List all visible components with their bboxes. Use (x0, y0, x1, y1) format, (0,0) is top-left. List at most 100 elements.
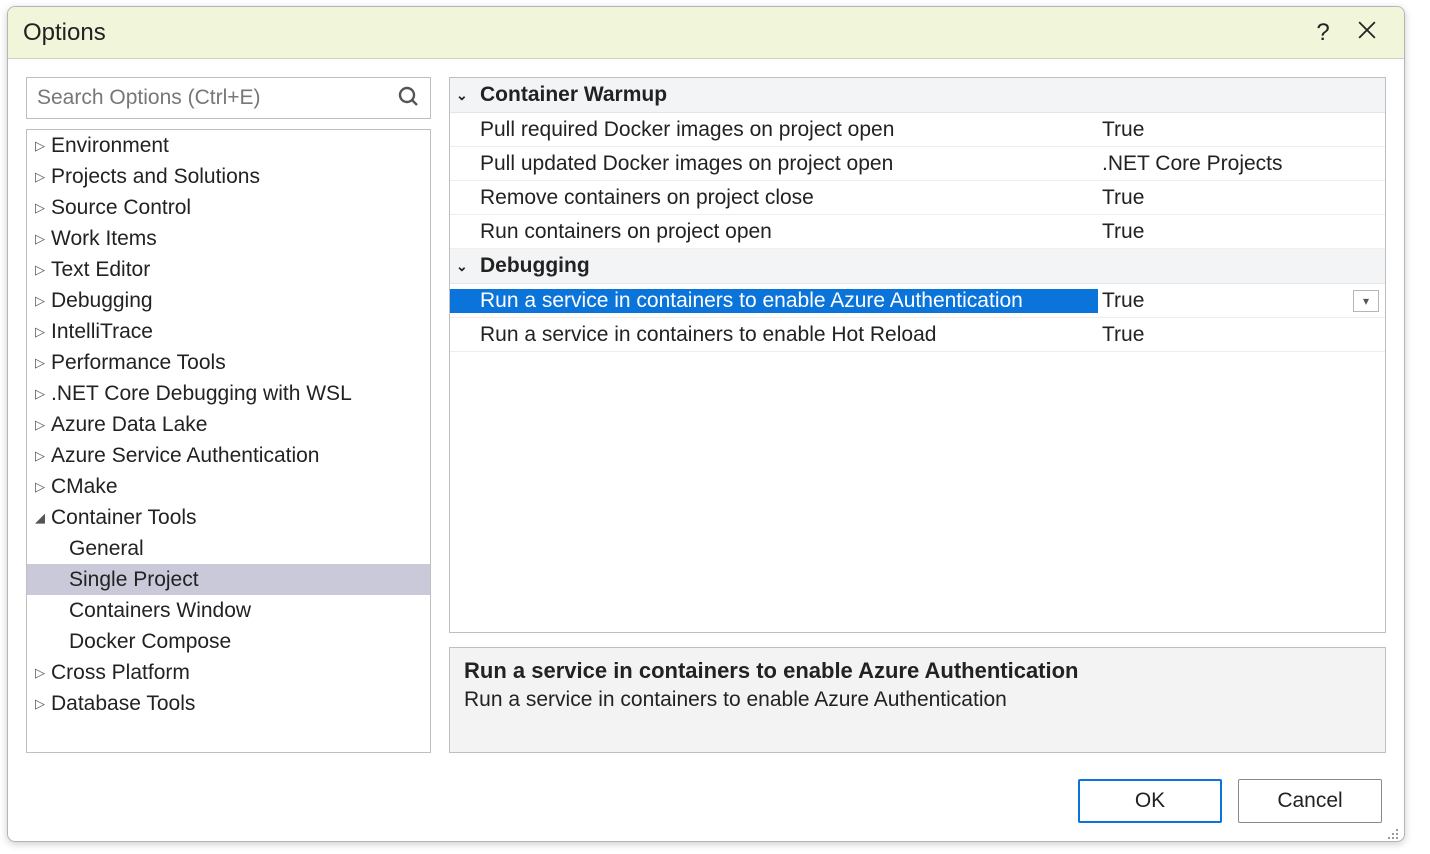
tree-item[interactable]: ▷Cross Platform (27, 657, 430, 688)
left-column: ▷Environment▷Projects and Solutions▷Sour… (26, 77, 431, 753)
property-label: Pull updated Docker images on project op… (450, 152, 1098, 176)
tree-item-label: Work Items (51, 227, 157, 251)
cancel-button[interactable]: Cancel (1238, 779, 1382, 823)
tree-item-label: Cross Platform (51, 661, 190, 685)
property-label: Run a service in containers to enable Ho… (450, 323, 1098, 347)
description-box: Run a service in containers to enable Az… (449, 647, 1386, 753)
tree-item[interactable]: ▷CMake (27, 471, 430, 502)
resize-grip-icon[interactable] (1386, 823, 1400, 837)
options-dialog: Options ? ▷Environment▷Projects and Solu… (7, 6, 1405, 842)
tree-item[interactable]: Single Project (27, 564, 430, 595)
property-row[interactable]: Run containers on project openTrue (450, 215, 1385, 249)
tree-item-label: Docker Compose (69, 630, 231, 654)
tree-item[interactable]: General (27, 533, 430, 564)
tree-scroll[interactable]: ▷Environment▷Projects and Solutions▷Sour… (27, 130, 430, 752)
tree-item[interactable]: ▷Azure Service Authentication (27, 440, 430, 471)
property-label: Run a service in containers to enable Az… (450, 289, 1098, 313)
tree-item[interactable]: ▷Work Items (27, 223, 430, 254)
tree-item[interactable]: ▷Azure Data Lake (27, 409, 430, 440)
chevron-right-icon: ▷ (33, 324, 47, 340)
tree-item[interactable]: ▷Performance Tools (27, 347, 430, 378)
tree-item-label: Single Project (69, 568, 199, 592)
tree-item[interactable]: ▷Projects and Solutions (27, 161, 430, 192)
chevron-right-icon: ▷ (33, 262, 47, 278)
property-value-text: True (1102, 323, 1144, 347)
chevron-right-icon: ▷ (33, 169, 47, 185)
tree-item[interactable]: Docker Compose (27, 626, 430, 657)
chevron-right-icon: ▷ (33, 355, 47, 371)
chevron-right-icon: ▷ (33, 386, 47, 402)
help-button[interactable]: ? (1301, 13, 1345, 53)
property-row[interactable]: Remove containers on project closeTrue (450, 181, 1385, 215)
chevron-right-icon: ▷ (33, 417, 47, 433)
tree-item[interactable]: ▷Source Control (27, 192, 430, 223)
property-value[interactable]: True (1098, 220, 1385, 244)
tree-item[interactable]: ▷Debugging (27, 285, 430, 316)
search-icon (397, 85, 421, 109)
property-category[interactable]: ⌄Debugging (450, 249, 1385, 284)
property-value[interactable]: True (1098, 118, 1385, 142)
tree-item-label: General (69, 537, 144, 561)
tree-item[interactable]: ▷IntelliTrace (27, 316, 430, 347)
tree-item-label: Source Control (51, 196, 191, 220)
tree-item-label: Environment (51, 134, 169, 158)
close-button[interactable] (1345, 13, 1389, 53)
tree-item-label: .NET Core Debugging with WSL (51, 382, 352, 406)
property-grid: ⌄ Container Warmup Pull required Docker im… (449, 77, 1386, 633)
tree-item[interactable]: ▷.NET Core Debugging with WSL (27, 378, 430, 409)
help-icon: ? (1316, 19, 1329, 47)
options-tree: ▷Environment▷Projects and Solutions▷Sour… (26, 129, 431, 753)
tree-item-label: Projects and Solutions (51, 165, 260, 189)
property-value-text: True (1102, 220, 1144, 244)
property-category-label: Debugging (480, 254, 590, 278)
property-label: Run containers on project open (450, 220, 1098, 244)
chevron-down-icon: ▾ (1363, 294, 1369, 308)
tree-item[interactable]: ▷Database Tools (27, 688, 430, 719)
property-label: Pull required Docker images on project o… (450, 118, 1098, 142)
ok-button[interactable]: OK (1078, 779, 1222, 823)
chevron-right-icon: ▷ (33, 448, 47, 464)
chevron-right-icon: ▷ (33, 665, 47, 681)
property-category[interactable]: ⌄ Container Warmup (450, 78, 1385, 113)
tree-item-label: IntelliTrace (51, 320, 153, 344)
tree-item[interactable]: ▷Text Editor (27, 254, 430, 285)
chevron-right-icon: ▷ (33, 231, 47, 247)
property-value-text: .NET Core Projects (1102, 152, 1283, 176)
tree-item[interactable]: Containers Window (27, 595, 430, 626)
chevron-right-icon: ▷ (33, 200, 47, 216)
property-value-text: True (1102, 118, 1144, 142)
chevron-right-icon: ▷ (33, 293, 47, 309)
property-row[interactable]: Pull required Docker images on project o… (450, 113, 1385, 147)
property-value-text: True (1102, 186, 1144, 210)
dialog-body: ▷Environment▷Projects and Solutions▷Sour… (8, 59, 1404, 763)
search-wrap (26, 77, 431, 119)
tree-item-label: Database Tools (51, 692, 195, 716)
dropdown-button[interactable]: ▾ (1353, 290, 1379, 312)
property-value[interactable]: True (1098, 323, 1385, 347)
property-value[interactable]: True▾ (1098, 289, 1385, 313)
description-text: Run a service in containers to enable Az… (464, 688, 1371, 712)
titlebar: Options ? (8, 7, 1404, 59)
chevron-right-icon: ▷ (33, 479, 47, 495)
chevron-down-icon: ⌄ (456, 87, 474, 104)
chevron-down-icon: ◢ (33, 510, 47, 526)
tree-item-label: Debugging (51, 289, 153, 313)
property-row[interactable]: Run a service in containers to enable Az… (450, 284, 1385, 318)
tree-item[interactable]: ▷Environment (27, 130, 430, 161)
tree-item-label: Performance Tools (51, 351, 226, 375)
tree-item-label: Containers Window (69, 599, 251, 623)
property-row[interactable]: Run a service in containers to enable Ho… (450, 318, 1385, 352)
tree-item-label: Container Tools (51, 506, 197, 530)
tree-item-label: Azure Service Authentication (51, 444, 320, 468)
chevron-right-icon: ▷ (33, 138, 47, 154)
tree-item-label: Text Editor (51, 258, 150, 282)
chevron-right-icon: ▷ (33, 696, 47, 712)
property-label: Remove containers on project close (450, 186, 1098, 210)
tree-item[interactable]: ◢Container Tools (27, 502, 430, 533)
property-row[interactable]: Pull updated Docker images on project op… (450, 147, 1385, 181)
property-category-label: Container Warmup (480, 83, 667, 107)
close-icon (1358, 21, 1376, 45)
property-value[interactable]: True (1098, 186, 1385, 210)
search-input[interactable] (26, 77, 431, 119)
property-value[interactable]: .NET Core Projects (1098, 152, 1385, 176)
